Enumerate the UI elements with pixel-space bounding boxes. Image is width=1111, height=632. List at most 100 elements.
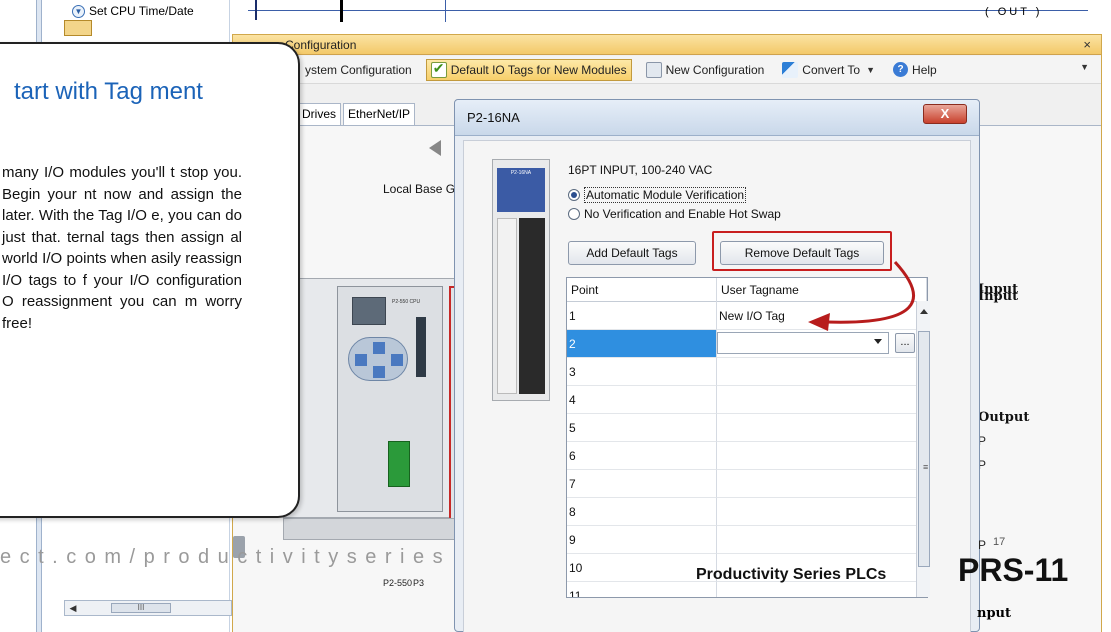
tab-drives[interactable]: Drives xyxy=(297,103,342,125)
nav-left-icon xyxy=(355,354,367,366)
plc-nav-pad xyxy=(348,337,408,381)
radio-no-verification[interactable]: No Verification and Enable Hot Swap xyxy=(568,207,781,221)
tagname-cell[interactable] xyxy=(717,470,927,498)
table-row[interactable]: 6 xyxy=(567,442,927,470)
tagname-cell[interactable] xyxy=(717,442,927,470)
nav-right-icon xyxy=(391,354,403,366)
point-cell: 7 xyxy=(567,470,717,498)
tagname-cell[interactable]: New I/O Tag xyxy=(717,302,927,330)
input-heading: Input xyxy=(978,282,1019,297)
callout-bubble: tart with Tag ment many I/O modules you'… xyxy=(0,42,300,518)
table-row[interactable]: 9 xyxy=(567,526,927,554)
point-cell: 3 xyxy=(567,358,717,386)
table-row[interactable]: 8 xyxy=(567,498,927,526)
tagname-cell[interactable] xyxy=(717,582,927,597)
scroll-left-arrow-icon[interactable]: ◀ xyxy=(65,601,81,615)
radio-button[interactable] xyxy=(568,208,580,220)
col-point-header[interactable]: Point xyxy=(567,278,717,302)
dialog-close-button[interactable]: X xyxy=(923,104,967,124)
highlight-box xyxy=(712,231,892,271)
dialog-body: P2-16NA 16PT INPUT, 100-240 VAC Automati… xyxy=(463,140,971,632)
point-cell: 10 xyxy=(567,554,717,582)
tagname-cell[interactable] xyxy=(717,498,927,526)
tagname-combo[interactable] xyxy=(717,332,889,354)
plc-model-label-2: P3 xyxy=(413,578,425,588)
window-title: Configuration xyxy=(285,37,357,52)
footer-title: Productivity Series PLCs xyxy=(696,566,887,583)
scroll-left-arrow-icon[interactable] xyxy=(429,140,441,156)
folder-icon xyxy=(64,20,92,36)
browse-tag-button[interactable]: ... xyxy=(895,333,915,353)
table-row-selected[interactable]: 2 ... xyxy=(567,330,927,358)
table-row[interactable]: 4 xyxy=(567,386,927,414)
toolbar: ystem Configuration Default IO Tags for … xyxy=(233,56,1101,84)
grid-vertical-scrollbar[interactable]: ≡ xyxy=(916,301,930,597)
table-row[interactable]: 5 xyxy=(567,414,927,442)
add-default-tags-button[interactable]: Add Default Tags xyxy=(568,241,696,265)
grid-rows: 1 New I/O Tag 2 ... 3 4 5 6 7 8 9 10 11 xyxy=(567,302,927,597)
chevron-down-icon: ▼ xyxy=(72,4,85,18)
system-configuration-button[interactable]: ystem Configuration xyxy=(301,59,416,81)
point-cell: 4 xyxy=(567,386,717,414)
tree-item-label: Set CPU Time/Date xyxy=(89,4,194,18)
point-cell: 1 xyxy=(567,302,717,330)
tree-horizontal-scrollbar[interactable]: ◀ III xyxy=(64,600,232,616)
plc-cpu-label: P2-550 CPU xyxy=(392,299,421,305)
tagname-cell[interactable] xyxy=(717,526,927,554)
tagname-cell[interactable] xyxy=(717,358,927,386)
radio-no-verification-label: No Verification and Enable Hot Swap xyxy=(584,207,781,221)
tab-ethernet-ip[interactable]: EtherNet/IP xyxy=(343,103,416,125)
point-cell: 5 xyxy=(567,414,717,442)
table-row[interactable]: 3 xyxy=(567,358,927,386)
rung-rail xyxy=(255,0,257,20)
point-cell: 9 xyxy=(567,526,717,554)
tagname-cell[interactable] xyxy=(717,414,927,442)
toolbar-overflow-icon[interactable]: ▼ xyxy=(1080,62,1089,72)
window-title-bar: Configuration xyxy=(233,35,1101,55)
close-icon: X xyxy=(940,106,950,121)
plc-cpu-module[interactable]: P2-550 CPU xyxy=(337,286,443,512)
chevron-down-icon[interactable] xyxy=(874,339,882,344)
nav-up-icon xyxy=(373,342,385,354)
new-configuration-button[interactable]: New Configuration xyxy=(642,59,769,81)
module-head-label: P2-16NA xyxy=(497,168,545,212)
checkmark-icon xyxy=(430,60,447,78)
output-heading: Output xyxy=(978,410,1030,425)
scroll-grip-icon: ≡ xyxy=(923,462,929,472)
scroll-up-arrow-icon[interactable] xyxy=(920,309,928,314)
point-cell: 11 xyxy=(567,582,717,597)
rung-contact xyxy=(340,0,343,22)
page-code: PRS-11 xyxy=(958,552,1069,588)
rung-rail xyxy=(445,0,446,22)
new-configuration-label: New Configuration xyxy=(665,62,765,77)
table-row[interactable]: 7 xyxy=(567,470,927,498)
out-coil: ( OUT ) xyxy=(985,6,1043,18)
table-row[interactable]: 1 New I/O Tag xyxy=(567,302,927,330)
table-row[interactable]: 11 xyxy=(567,582,927,597)
default-io-tags-button[interactable]: Default IO Tags for New Modules xyxy=(425,58,632,81)
dialog-title: P2-16NA xyxy=(467,110,520,125)
module-label-strip xyxy=(497,218,517,394)
tree-item-set-cpu-time[interactable]: ▼ Set CPU Time/Date xyxy=(72,2,194,20)
tagname-cell[interactable] xyxy=(717,386,927,414)
radio-automatic-verification[interactable]: Automatic Module Verification xyxy=(568,187,747,203)
system-configuration-label: ystem Configuration xyxy=(305,62,412,77)
help-button[interactable]: ? Help xyxy=(889,59,941,81)
grid-header: Point User Tagname xyxy=(567,278,927,302)
new-configuration-icon xyxy=(645,61,662,78)
scroll-thumb[interactable]: ≡ xyxy=(918,331,930,567)
scroll-thumb[interactable]: III xyxy=(111,603,171,613)
tagname-cell[interactable]: ... xyxy=(717,330,927,358)
convert-to-button[interactable]: Convert To ▼ xyxy=(778,59,879,81)
rack-base xyxy=(283,518,469,540)
close-icon[interactable]: × xyxy=(1083,37,1091,52)
page-number: 17 xyxy=(993,536,1006,548)
p2-16na-dialog: P2-16NA X P2-16NA 16PT INPUT, 100-240 VA… xyxy=(454,99,980,632)
point-cell: 6 xyxy=(567,442,717,470)
module-description: 16PT INPUT, 100-240 VAC xyxy=(568,163,713,177)
col-user-tagname-header[interactable]: User Tagname xyxy=(717,278,927,302)
footer-p-label: P xyxy=(978,538,987,552)
convert-to-label: Convert To xyxy=(802,62,861,77)
module-image: P2-16NA xyxy=(492,159,550,401)
radio-button-selected[interactable] xyxy=(568,189,580,201)
